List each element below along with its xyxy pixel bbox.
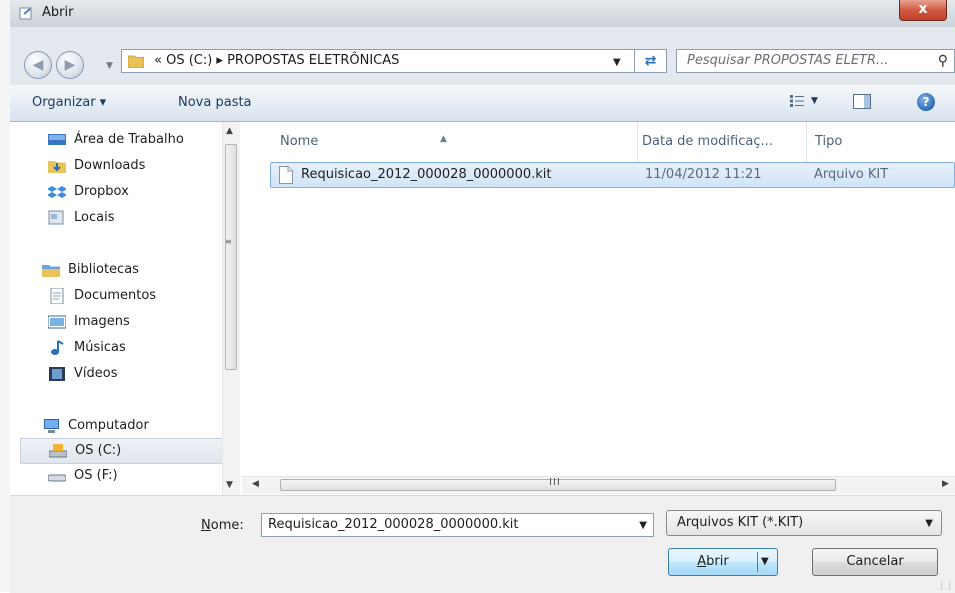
views-chevron-down-icon[interactable]: ▼ [811,96,818,106]
scroll-down-arrow-icon[interactable]: ▼ [226,480,233,490]
resize-grip-icon[interactable]: ⋮⋮ [937,581,954,591]
nav-item-places[interactable]: Locais [48,206,238,232]
places-icon [48,210,64,225]
refresh-button[interactable]: ⇄ [635,49,667,73]
file-name-input[interactable]: Requisicao_2012_000028_0000000.kit ▼ [261,513,654,537]
sort-ascending-icon: ▲ [440,134,447,144]
file-icon [279,166,293,184]
views-icon[interactable] [790,95,804,107]
nav-item-computer[interactable]: Computador [42,414,232,440]
split-divider [757,552,758,572]
scroll-up-arrow-icon[interactable]: ▲ [226,126,233,136]
open-dialog-icon [19,7,32,20]
breadcrumb[interactable]: « OS (C:) ▸ PROPOSTAS ELETRÔNICAS [154,53,399,68]
videos-icon [49,367,65,381]
libraries-icon [42,265,60,277]
column-header-name[interactable]: Nome ▲ [242,122,638,162]
nav-item-pictures[interactable]: Imagens [48,310,238,336]
file-date-cell: 11/04/2012 11:21 [645,167,762,182]
documents-icon [50,288,64,304]
nav-item-downloads[interactable]: Downloads [48,154,238,180]
dropbox-icon [48,186,66,198]
file-type-chevron-down-icon: ▼ [925,518,933,529]
address-bar[interactable]: « OS (C:) ▸ PROPOSTAS ELETRÔNICAS [121,49,635,73]
navigation-pane: Área de Trabalho Downloads Dropbox Locai… [10,122,242,495]
cancel-button[interactable]: Cancelar [812,548,938,576]
column-header-type[interactable]: Tipo [807,122,955,162]
pictures-icon [48,315,66,329]
nav-item-videos[interactable]: Vídeos [48,362,238,388]
dialog-footer: Nome: Requisicao_2012_000028_0000000.kit… [10,495,955,593]
file-row[interactable]: Requisicao_2012_000028_0000000.kit 11/04… [270,162,955,188]
drive-f-icon [48,474,66,482]
column-header-date-modified[interactable]: Data de modificaç... [638,122,806,162]
desktop-icon [48,134,66,145]
file-type-value: Arquivos KIT (*.KIT) [677,515,804,530]
open-button[interactable]: Abrir ▼ [668,548,778,576]
folder-icon [128,55,144,68]
nav-item-documents[interactable]: Documentos [48,284,238,310]
close-button[interactable]: x [899,0,947,21]
command-bar: Organizar ▾ Nova pasta ▼ ? [10,85,955,122]
forward-button[interactable]: ▶ [56,51,84,79]
file-type-select[interactable]: Arquivos KIT (*.KIT) ▼ [666,510,942,536]
open-button-label: Abrir [697,554,729,569]
nav-item-libraries[interactable]: Bibliotecas [42,258,232,284]
file-list-horizontal-scrollbar[interactable]: ◀ III ▶ [242,476,955,494]
preview-pane-icon[interactable] [853,94,871,109]
search-input[interactable]: Pesquisar PROPOSTAS ELETR... ⚲ [676,49,955,73]
search-icon[interactable]: ⚲ [938,53,948,69]
search-placeholder: Pesquisar PROPOSTAS ELETR... [687,53,889,68]
horizontal-scroll-thumb[interactable]: III [280,477,836,491]
nav-item-music[interactable]: Músicas [48,336,238,362]
drive-c-icon [49,444,67,458]
organize-menu-button[interactable]: Organizar ▾ [32,95,106,110]
address-dropdown-chevron-icon[interactable]: ▼ [613,57,621,68]
navigation-vertical-scrollbar[interactable]: ▲ ≡ ▼ [222,122,240,495]
file-type-cell: Arquivo KIT [814,167,889,182]
address-row: ◀ ▶ ▼ « OS (C:) ▸ PROPOSTAS ELETRÔNICAS … [10,27,955,85]
nav-item-dropbox[interactable]: Dropbox [48,180,238,206]
title-bar: Abrir x [10,0,955,27]
scroll-left-arrow-icon[interactable]: ◀ [252,479,259,489]
file-list: Nome ▲ Data de modificaç... Tipo Requisi… [242,122,955,495]
scroll-right-arrow-icon[interactable]: ▶ [942,479,949,489]
file-name-cell: Requisicao_2012_000028_0000000.kit [301,167,552,182]
scroll-grip-icon: ≡ [225,237,232,246]
file-name-value: Requisicao_2012_000028_0000000.kit [268,517,519,532]
file-name-chevron-down-icon[interactable]: ▼ [639,520,647,531]
nav-item-drive-f[interactable]: OS (F:) [48,464,238,490]
music-icon [51,340,64,355]
help-icon[interactable]: ? [917,93,935,111]
nav-item-desktop[interactable]: Área de Trabalho [48,128,238,154]
file-name-label: Nome: [201,518,244,533]
open-dialog: Abrir x ◀ ▶ ▼ « OS (C:) ▸ PROPOSTAS ELET… [10,0,955,593]
window-title: Abrir [42,5,74,20]
recent-locations-chevron-icon[interactable]: ▼ [106,61,113,71]
background-strip [0,0,10,592]
scroll-grip-icon: III [549,477,561,488]
open-options-chevron-down-icon[interactable]: ▼ [761,549,769,575]
computer-icon [44,419,59,433]
back-button[interactable]: ◀ [24,51,52,79]
downloads-folder-icon [48,161,66,173]
new-folder-button[interactable]: Nova pasta [178,95,252,110]
nav-item-drive-c[interactable]: OS (C:) [20,438,235,464]
scroll-thumb[interactable] [225,144,237,370]
